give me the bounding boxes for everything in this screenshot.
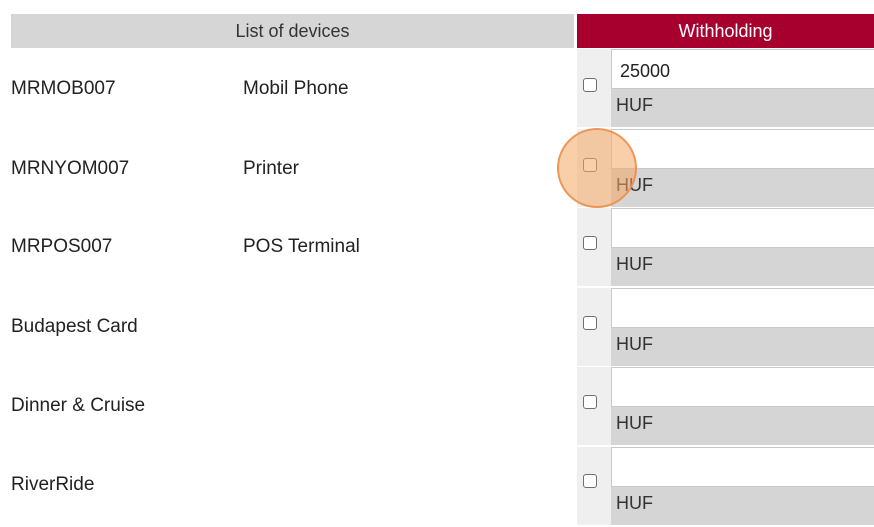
device-code: MRPOS007 [11, 236, 113, 257]
withholding-amount-input[interactable] [611, 49, 874, 89]
device-row: Dinner & Cruise HUF [0, 367, 874, 447]
currency-label: HUF [611, 328, 874, 366]
device-row: RiverRide HUF [0, 447, 874, 527]
device-row: MRPOS007 POS Terminal HUF [0, 208, 874, 288]
withholding-checkbox[interactable] [583, 474, 597, 488]
currency-label: HUF [611, 248, 874, 286]
withholding-checkbox[interactable] [583, 78, 597, 92]
withholding-amount-input[interactable] [611, 208, 874, 248]
device-row: MRMOB007 Mobil Phone HUF [0, 49, 874, 129]
currency-label: HUF [611, 487, 874, 525]
device-code: Dinner & Cruise [11, 395, 146, 416]
currency-label: HUF [611, 89, 874, 127]
withholding-amount-input[interactable] [611, 367, 874, 407]
device-row: MRNYOM007 Printer HUF [0, 129, 874, 209]
withholding-checkbox[interactable] [583, 395, 597, 409]
withholding-amount-input[interactable] [611, 129, 874, 169]
device-name: Printer [243, 158, 299, 179]
withholding-checkbox[interactable] [583, 316, 597, 330]
device-code: RiverRide [11, 474, 95, 495]
currency-label: HUF [611, 169, 874, 207]
device-code: Budapest Card [11, 316, 138, 337]
withholding-checkbox[interactable] [583, 158, 597, 172]
withholding-amount-input[interactable] [611, 288, 874, 328]
withholding-column-header: Withholding [577, 14, 874, 48]
device-code: MRNYOM007 [11, 158, 130, 179]
withholding-amount-input[interactable] [611, 447, 874, 487]
withholding-checkbox[interactable] [583, 236, 597, 250]
devices-column-header: List of devices [11, 14, 574, 48]
device-row: Budapest Card HUF [0, 288, 874, 368]
currency-label: HUF [611, 407, 874, 445]
device-code: MRMOB007 [11, 78, 116, 99]
device-name: Mobil Phone [243, 78, 349, 99]
device-name: POS Terminal [243, 236, 360, 257]
